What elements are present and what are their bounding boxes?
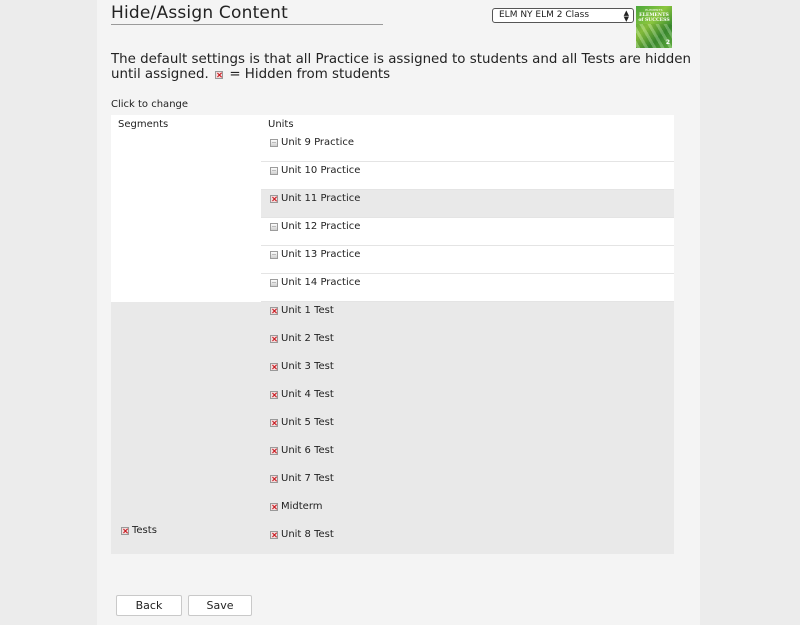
- hidden-x-icon: [270, 335, 278, 343]
- unit-label: Unit 2 Test: [281, 333, 334, 344]
- test-unit-row[interactable]: Unit 7 Test: [261, 470, 674, 498]
- test-unit-row[interactable]: Unit 8 Test: [261, 526, 674, 554]
- test-unit-row[interactable]: Unit 5 Test: [261, 414, 674, 442]
- unit-label: Unit 14 Practice: [281, 277, 361, 288]
- practice-unit-row[interactable]: Unit 10 Practice: [261, 162, 674, 190]
- unit-label: Unit 6 Test: [281, 445, 334, 456]
- hidden-x-icon: [270, 391, 278, 399]
- unit-label: Unit 11 Practice: [281, 193, 361, 204]
- test-unit-row[interactable]: Unit 1 Test: [261, 302, 674, 330]
- hidden-x-icon: [270, 195, 278, 203]
- visible-icon: [270, 279, 278, 287]
- unit-label: Unit 5 Test: [281, 417, 334, 428]
- cover-title-line2: of SUCCESS: [638, 18, 670, 23]
- practice-unit-row[interactable]: Unit 14 Practice: [261, 274, 674, 302]
- click-hint: Click to change: [111, 99, 189, 110]
- unit-label: Unit 4 Test: [281, 389, 334, 400]
- description-text: The default settings is that all Practic…: [111, 52, 691, 82]
- unit-label: Unit 12 Practice: [281, 221, 361, 232]
- unit-label: Unit 8 Test: [281, 529, 334, 540]
- back-button[interactable]: Back: [116, 595, 182, 616]
- description-legend: = Hidden from students: [229, 67, 391, 82]
- visible-icon: [270, 167, 278, 175]
- cover-top-text: ELEMENTS: [645, 8, 663, 12]
- description: The default settings is that all Practic…: [111, 52, 691, 82]
- segment-label-tests: Tests: [132, 525, 157, 536]
- visible-icon: [270, 223, 278, 231]
- class-select[interactable]: ELM NY ELM 2 Class ▲ ▼: [492, 8, 634, 23]
- unit-label: Midterm: [281, 501, 323, 512]
- class-select-value: ELM NY ELM 2 Class: [499, 10, 590, 20]
- unit-label: Unit 13 Practice: [281, 249, 361, 260]
- unit-label: Unit 7 Test: [281, 473, 334, 484]
- test-unit-row[interactable]: Unit 3 Test: [261, 358, 674, 386]
- hidden-x-icon: [215, 71, 224, 79]
- practice-unit-row[interactable]: Unit 11 Practice: [261, 190, 674, 218]
- test-unit-list: Unit 1 Test Unit 2 Test Unit 3 Test Unit 4 …: [261, 302, 674, 554]
- hidden-x-icon: [270, 363, 278, 371]
- segment-toggle-tests[interactable]: Tests: [121, 525, 157, 536]
- practice-unit-row[interactable]: Unit 13 Practice: [261, 246, 674, 274]
- visible-icon: [270, 251, 278, 259]
- unit-label: Unit 10 Practice: [281, 165, 361, 176]
- cover-number: 2: [665, 39, 670, 46]
- test-unit-row[interactable]: Unit 4 Test: [261, 386, 674, 414]
- content-table: Segments Units Unit 9 Practice Unit 10 Pr…: [111, 115, 674, 554]
- hidden-x-icon: [121, 527, 129, 535]
- cover-title: ELEMENTS of SUCCESS: [636, 13, 672, 23]
- book-cover-image: ELEMENTS ELEMENTS of SUCCESS 2: [636, 6, 672, 48]
- practice-unit-row[interactable]: Unit 9 Practice: [261, 134, 674, 162]
- test-unit-row[interactable]: Unit 6 Test: [261, 442, 674, 470]
- unit-label: Unit 3 Test: [281, 361, 334, 372]
- hidden-x-icon: [270, 307, 278, 315]
- table-header: Segments Units: [111, 115, 674, 134]
- hidden-x-icon: [270, 475, 278, 483]
- unit-label: Unit 1 Test: [281, 305, 334, 316]
- hidden-x-icon: [270, 447, 278, 455]
- page-panel: Hide/Assign Content ELM NY ELM 2 Class ▲…: [97, 0, 700, 625]
- col-header-units: Units: [268, 119, 294, 130]
- segment-block-practice: Unit 9 Practice Unit 10 Practice Unit 11 P…: [111, 134, 674, 302]
- test-unit-row[interactable]: Unit 2 Test: [261, 330, 674, 358]
- segment-block-tests: Tests Unit 1 Test Unit 2 Test Unit 3 Test U…: [111, 302, 674, 554]
- practice-unit-list: Unit 9 Practice Unit 10 Practice Unit 11 P…: [261, 134, 674, 302]
- page-title: Hide/Assign Content: [111, 3, 383, 25]
- col-header-segments: Segments: [118, 119, 169, 130]
- hidden-x-icon: [270, 503, 278, 511]
- hidden-x-icon: [270, 419, 278, 427]
- practice-unit-row[interactable]: Unit 12 Practice: [261, 218, 674, 246]
- test-unit-row[interactable]: Midterm: [261, 498, 674, 526]
- visible-icon: [270, 139, 278, 147]
- save-button[interactable]: Save: [188, 595, 252, 616]
- hidden-x-icon: [270, 531, 278, 539]
- unit-label: Unit 9 Practice: [281, 137, 355, 148]
- dropdown-arrows-icon: ▲ ▼: [623, 9, 629, 23]
- segment-cell-practice: [111, 134, 261, 302]
- segment-cell-tests: Tests: [111, 302, 261, 554]
